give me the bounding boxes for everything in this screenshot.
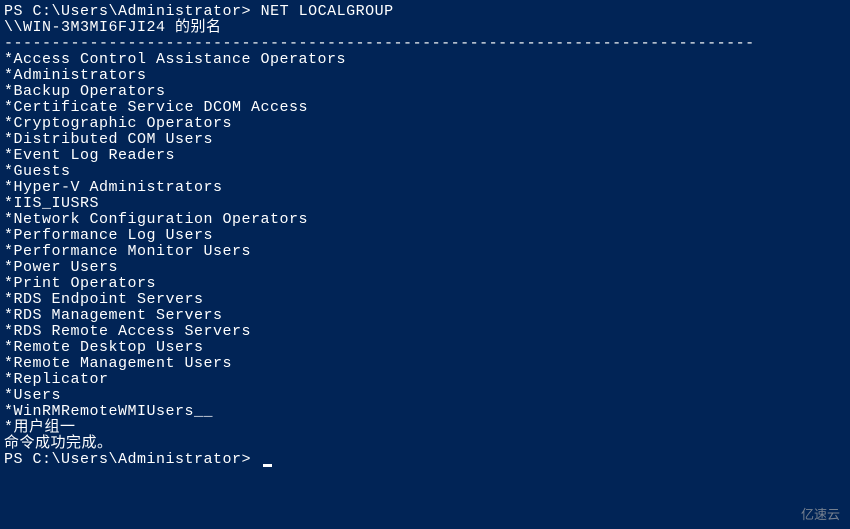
group-item: *Administrators xyxy=(4,68,846,84)
watermark-text: 亿速云 xyxy=(801,507,840,523)
group-item: *Event Log Readers xyxy=(4,148,846,164)
group-item: *RDS Management Servers xyxy=(4,308,846,324)
group-item: *IIS_IUSRS xyxy=(4,196,846,212)
group-item: *Backup Operators xyxy=(4,84,846,100)
cursor-icon xyxy=(263,464,272,467)
group-item: *用户组一 xyxy=(4,420,846,436)
group-item: *Performance Monitor Users xyxy=(4,244,846,260)
group-item: *Power Users xyxy=(4,260,846,276)
group-item: *RDS Endpoint Servers xyxy=(4,292,846,308)
group-item: *Hyper-V Administrators xyxy=(4,180,846,196)
separator-line: ----------------------------------------… xyxy=(4,36,846,52)
group-item: *Print Operators xyxy=(4,276,846,292)
ps-prompt: PS C:\Users\Administrator> xyxy=(4,452,251,468)
group-item: *Remote Desktop Users xyxy=(4,340,846,356)
success-message: 命令成功完成。 xyxy=(4,436,846,452)
command-line: PS C:\Users\Administrator> NET LOCALGROU… xyxy=(4,4,846,20)
group-item: *Certificate Service DCOM Access xyxy=(4,100,846,116)
ps-prompt: PS C:\Users\Administrator> xyxy=(4,4,251,20)
group-item: *Remote Management Users xyxy=(4,356,846,372)
group-item: *Cryptographic Operators xyxy=(4,116,846,132)
active-prompt-line[interactable]: PS C:\Users\Administrator> xyxy=(4,452,846,468)
group-item: *Replicator xyxy=(4,372,846,388)
group-item: *Guests xyxy=(4,164,846,180)
group-item: *RDS Remote Access Servers xyxy=(4,324,846,340)
group-item: *Network Configuration Operators xyxy=(4,212,846,228)
group-item: *Distributed COM Users xyxy=(4,132,846,148)
host-alias-line: \\WIN-3M3MI6FJI24 的别名 xyxy=(4,20,846,36)
command-text: NET LOCALGROUP xyxy=(261,4,394,20)
group-item: *Performance Log Users xyxy=(4,228,846,244)
group-item: *Access Control Assistance Operators xyxy=(4,52,846,68)
group-item: *Users xyxy=(4,388,846,404)
group-item: *WinRMRemoteWMIUsers__ xyxy=(4,404,846,420)
